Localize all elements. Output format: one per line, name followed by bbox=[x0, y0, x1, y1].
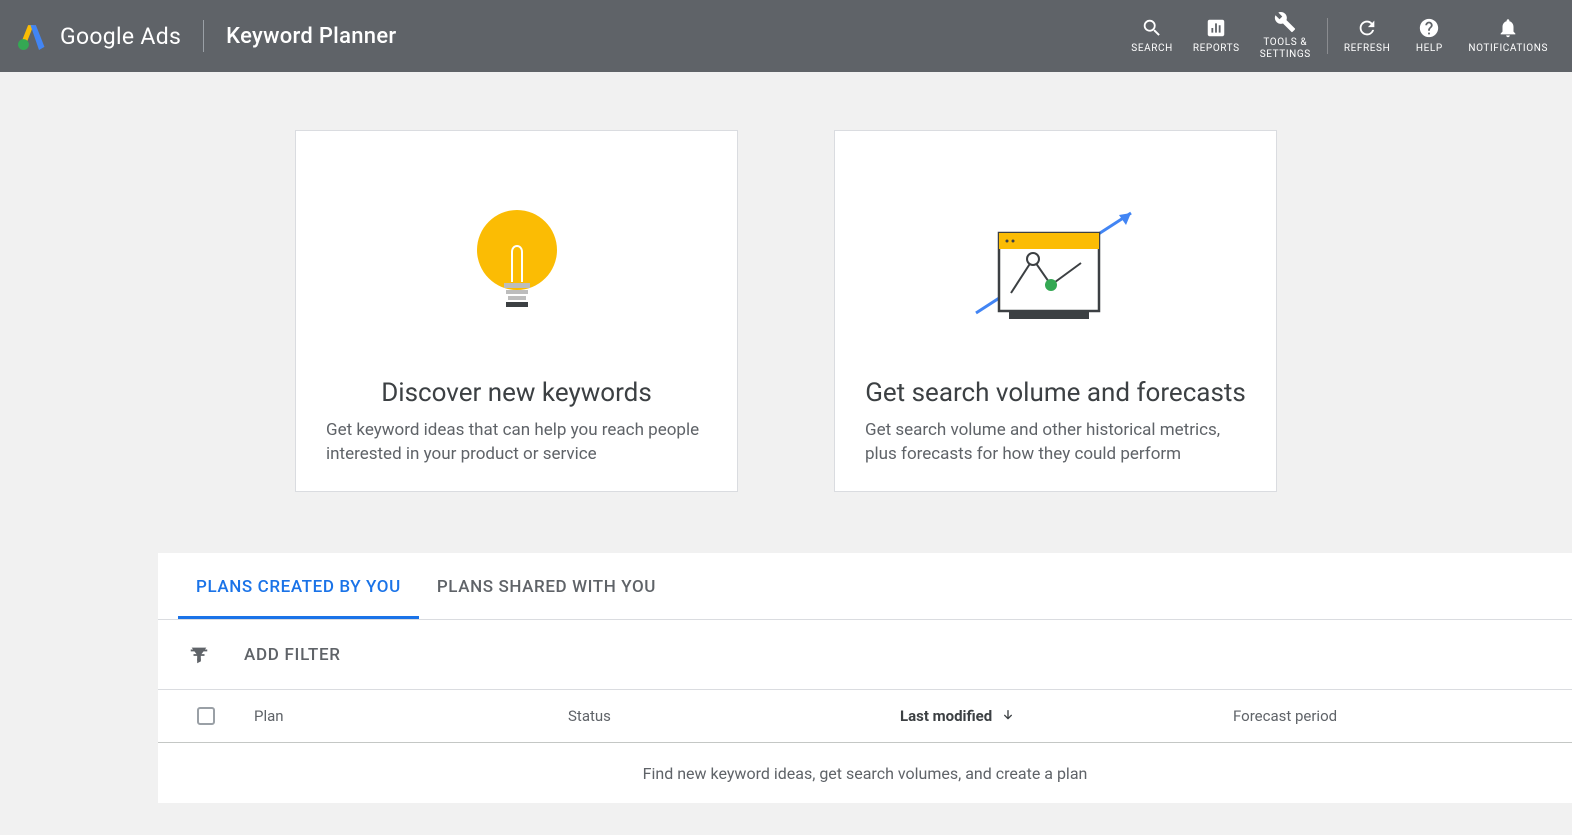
notifications-label: NOTIFICATIONS bbox=[1468, 43, 1548, 55]
sort-desc-icon bbox=[1000, 708, 1016, 724]
col-plan[interactable]: Plan bbox=[254, 707, 568, 725]
search-label: SEARCH bbox=[1131, 43, 1173, 55]
notifications-button[interactable]: NOTIFICATIONS bbox=[1458, 6, 1558, 66]
tools-label: TOOLS & SETTINGS bbox=[1260, 37, 1311, 61]
reports-label: REPORTS bbox=[1193, 43, 1240, 55]
header-divider bbox=[203, 20, 204, 52]
lightbulb-illustration bbox=[326, 159, 707, 378]
plans-section: PLANS CREATED BY YOU PLANS SHARED WITH Y… bbox=[158, 552, 1572, 803]
help-button[interactable]: HELP bbox=[1400, 6, 1458, 66]
page-title: Keyword Planner bbox=[226, 24, 396, 49]
product-name: Google Ads bbox=[60, 23, 181, 50]
wrench-icon bbox=[1274, 11, 1296, 33]
reports-button[interactable]: REPORTS bbox=[1183, 6, 1250, 66]
add-filter-button[interactable]: ADD FILTER bbox=[244, 645, 341, 665]
google-ads-logo-icon bbox=[18, 22, 46, 50]
discover-title: Discover new keywords bbox=[326, 378, 707, 408]
forecast-card[interactable]: Get search volume and forecasts Get sear… bbox=[834, 130, 1277, 492]
forecast-title: Get search volume and forecasts bbox=[865, 378, 1246, 408]
logo-strip: Google Ads bbox=[18, 22, 181, 50]
app-header: Google Ads Keyword Planner SEARCH REPORT… bbox=[0, 0, 1572, 72]
col-status[interactable]: Status bbox=[568, 707, 900, 725]
plans-table-header: Plan Status Last modified Forecast perio… bbox=[158, 690, 1572, 743]
forecast-desc: Get search volume and other historical m… bbox=[865, 418, 1246, 467]
refresh-button[interactable]: REFRESH bbox=[1334, 6, 1401, 66]
bell-icon bbox=[1497, 17, 1519, 39]
filter-row: ADD FILTER bbox=[158, 620, 1572, 690]
help-icon bbox=[1418, 17, 1440, 39]
tab-plans-shared[interactable]: PLANS SHARED WITH YOU bbox=[419, 577, 674, 619]
search-button[interactable]: SEARCH bbox=[1121, 6, 1183, 66]
empty-state-message: Find new keyword ideas, get search volum… bbox=[158, 743, 1572, 803]
filter-icon bbox=[188, 644, 210, 666]
header-separator bbox=[1327, 18, 1328, 54]
discover-keywords-card[interactable]: Discover new keywords Get keyword ideas … bbox=[295, 130, 738, 492]
col-forecast-period[interactable]: Forecast period bbox=[1233, 707, 1572, 725]
refresh-label: REFRESH bbox=[1344, 43, 1391, 55]
refresh-icon bbox=[1356, 17, 1378, 39]
col-last-modified-label: Last modified bbox=[900, 707, 992, 725]
tab-plans-created[interactable]: PLANS CREATED BY YOU bbox=[178, 577, 419, 619]
help-label: HELP bbox=[1416, 43, 1443, 55]
plans-tabs: PLANS CREATED BY YOU PLANS SHARED WITH Y… bbox=[158, 553, 1572, 620]
tools-settings-button[interactable]: TOOLS & SETTINGS bbox=[1250, 6, 1321, 66]
discover-desc: Get keyword ideas that can help you reac… bbox=[326, 418, 707, 467]
select-all-checkbox[interactable] bbox=[197, 707, 215, 725]
chart-illustration bbox=[865, 159, 1246, 378]
search-icon bbox=[1141, 17, 1163, 39]
bar-chart-icon bbox=[1205, 17, 1227, 39]
col-last-modified[interactable]: Last modified bbox=[900, 707, 1233, 725]
